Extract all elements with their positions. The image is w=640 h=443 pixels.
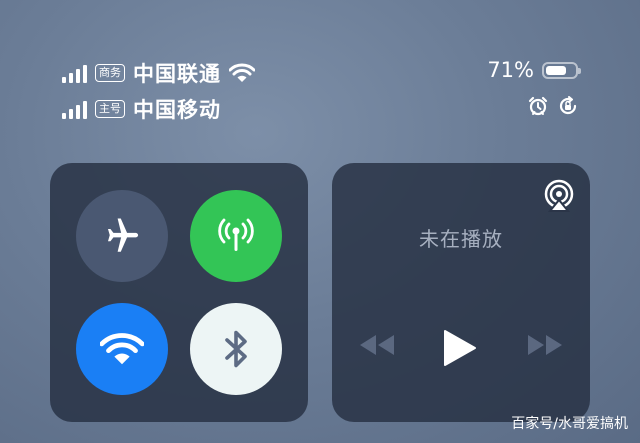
sim2-tag: 主号 bbox=[95, 100, 125, 118]
status-icons bbox=[528, 96, 578, 116]
rotation-lock-icon bbox=[559, 96, 577, 115]
airplane-icon bbox=[108, 218, 139, 252]
airplane-mode-toggle[interactable] bbox=[76, 190, 168, 282]
status-row-sim1: 商务 中国联通 bbox=[62, 58, 255, 88]
signal-bars-icon bbox=[62, 63, 87, 83]
rewind-icon[interactable] bbox=[358, 333, 396, 357]
airplay-icon[interactable] bbox=[542, 179, 576, 213]
sim1-tag: 商务 bbox=[95, 64, 125, 82]
antenna-icon bbox=[218, 218, 254, 251]
signal-bars-icon bbox=[62, 99, 87, 119]
now-playing-status: 未在播放 bbox=[419, 227, 503, 251]
status-row-sim2: 主号 中国移动 bbox=[62, 94, 221, 124]
watermark: 百家号/水哥爱搞机 bbox=[511, 416, 628, 432]
sim1-carrier: 中国联通 bbox=[133, 62, 221, 86]
bluetooth-toggle[interactable] bbox=[190, 303, 282, 395]
wifi-toggle[interactable] bbox=[76, 303, 168, 395]
battery-icon bbox=[542, 61, 581, 79]
alarm-icon bbox=[528, 96, 548, 116]
media-panel: 未在播放 bbox=[332, 163, 590, 422]
sim2-carrier: 中国移动 bbox=[133, 98, 221, 122]
wifi-icon bbox=[100, 333, 144, 365]
bluetooth-icon bbox=[225, 330, 247, 368]
connectivity-panel bbox=[50, 163, 308, 422]
fast-forward-icon[interactable] bbox=[526, 333, 564, 357]
battery-fill bbox=[546, 65, 566, 75]
wifi-icon bbox=[229, 63, 255, 82]
play-icon[interactable] bbox=[442, 329, 478, 367]
battery-percent: 71% bbox=[487, 58, 534, 82]
battery-status: 71% bbox=[487, 58, 581, 82]
cellular-data-toggle[interactable] bbox=[190, 190, 282, 282]
